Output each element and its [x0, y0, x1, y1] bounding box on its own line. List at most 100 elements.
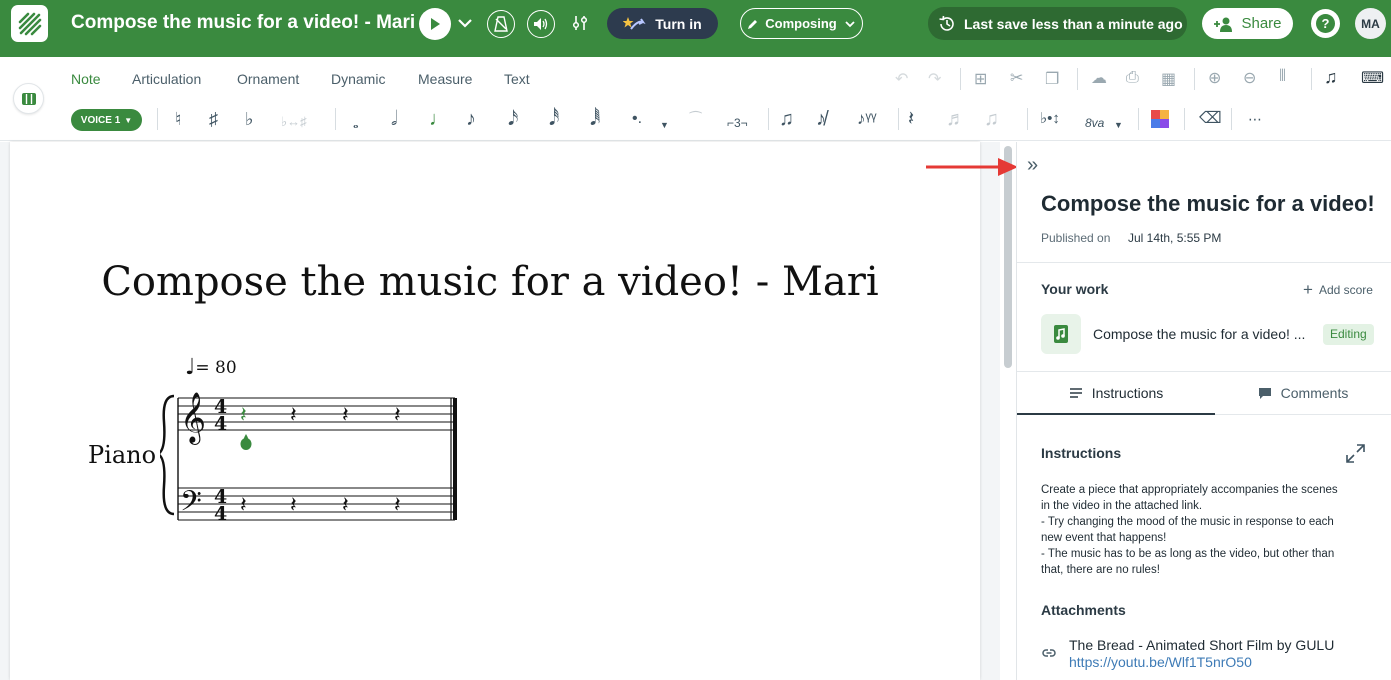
tab-note[interactable]: Note — [71, 71, 101, 87]
add-score-button[interactable]: + Add score — [1303, 280, 1373, 300]
speaker-icon — [534, 18, 548, 30]
turn-in-label: Turn in — [655, 15, 702, 32]
chord-icon[interactable]: ♬ — [946, 108, 966, 130]
sixteenth-note-icon[interactable]: 𝅘𝅥𝅯 — [508, 108, 518, 130]
playback-options-chevron-icon[interactable] — [457, 16, 473, 34]
svg-text:𝄽: 𝄽 — [240, 493, 247, 518]
save-status[interactable]: Last save less than a minute ago — [928, 7, 1187, 40]
instructions-line: in the video in the attached link. — [1041, 500, 1203, 512]
attachment-title[interactable]: The Bread - Animated Short Film by GULU — [1069, 637, 1334, 653]
score-scrollbar[interactable] — [1004, 146, 1012, 368]
tuplet-icon[interactable]: ⌐3¬ — [727, 112, 748, 134]
tab-dynamic[interactable]: Dynamic — [331, 71, 385, 87]
tab-instructions[interactable]: Instructions — [1017, 372, 1215, 415]
turn-in-button[interactable]: Turn in — [607, 8, 718, 39]
turn-in-icon — [623, 16, 646, 30]
zoom-out-icon[interactable]: ⊖ — [1243, 68, 1256, 88]
help-button[interactable]: ? — [1311, 9, 1340, 38]
avatar[interactable]: MA — [1355, 8, 1386, 39]
metronome-icon — [494, 16, 508, 32]
svg-text:4: 4 — [214, 413, 227, 435]
eighth-note-icon[interactable]: ♪ — [466, 108, 476, 130]
document-title[interactable]: Compose the music for a video! - Mari — [71, 12, 415, 34]
metronome-button[interactable] — [487, 10, 515, 38]
play-button[interactable] — [419, 8, 451, 40]
caret-down-icon: ▼ — [124, 115, 133, 125]
plus-icon: + — [1303, 280, 1313, 299]
keyboard-icon[interactable]: ⌨ — [1361, 68, 1384, 88]
help-icon: ? — [1316, 14, 1335, 33]
score-file-icon[interactable] — [1041, 314, 1081, 354]
natural-icon[interactable]: ♮ — [175, 108, 181, 130]
mode-dropdown[interactable]: Composing — [740, 8, 863, 39]
svg-text:𝄞: 𝄞 — [180, 392, 206, 445]
tab-ornament[interactable]: Ornament — [237, 71, 299, 87]
sound-button[interactable] — [527, 10, 555, 38]
tempo-marking[interactable]: ♩ = 80 — [185, 355, 237, 380]
tab-measure[interactable]: Measure — [418, 71, 472, 87]
more-icon[interactable]: ⋯ — [1248, 108, 1262, 130]
flat-icon[interactable]: ♭ — [245, 108, 254, 130]
attachment-url[interactable]: https://youtu.be/Wlf1T5nrO50 — [1069, 654, 1252, 670]
beam-icon[interactable]: ♫ — [779, 108, 794, 130]
add-measure-icon[interactable]: ⊞ — [974, 69, 987, 89]
expand-icon[interactable] — [1346, 444, 1365, 463]
svg-text:𝄽: 𝄽 — [290, 403, 297, 428]
quarter-note-tempo-icon: ♩ — [185, 355, 196, 380]
whole-note-icon[interactable]: 𝅝 — [353, 112, 359, 134]
history-icon — [939, 15, 954, 31]
sharp-icon[interactable]: ♯ — [209, 108, 218, 130]
music-library-icon[interactable]: ♫ — [1324, 67, 1338, 88]
score-title[interactable]: Compose the music for a video! - Mari — [10, 259, 980, 305]
layout-icon[interactable]: ▦ — [1161, 69, 1176, 89]
svg-text:𝄢: 𝄢 — [180, 485, 202, 522]
half-note-icon[interactable]: 𝅗𝅥 — [391, 108, 397, 130]
sixtyfourth-note-icon[interactable]: 𝅘𝅥𝅱 — [590, 108, 600, 130]
cross-staff-icon[interactable]: ♫ — [984, 108, 999, 130]
copy-icon[interactable]: ❐ — [1045, 69, 1059, 89]
measure-view-icon[interactable]: ⦀ — [1279, 68, 1286, 86]
tab-comments-label: Comments — [1280, 385, 1349, 401]
zoom-in-icon[interactable]: ⊕ — [1208, 68, 1221, 88]
quarter-note-icon[interactable]: ♩ — [429, 108, 449, 130]
dot-icon[interactable]: •. — [632, 108, 642, 130]
undo-icon[interactable]: ↶ — [895, 69, 908, 89]
comment-icon — [1258, 387, 1271, 399]
color-picker-icon[interactable] — [1151, 110, 1169, 128]
app-logo[interactable] — [11, 5, 48, 42]
ottava-caret-icon[interactable]: ▼ — [1114, 114, 1123, 136]
published-date: Jul 14th, 5:55 PM — [1128, 231, 1222, 245]
tab-articulation[interactable]: Articulation — [132, 71, 201, 87]
tab-comments[interactable]: Comments — [1215, 372, 1391, 415]
link-icon — [1042, 649, 1056, 657]
thirtysecond-note-icon[interactable]: 𝅘𝅥𝅰 — [549, 108, 559, 130]
cloud-icon[interactable]: ☁ — [1091, 68, 1107, 88]
instrument-name[interactable]: Piano — [88, 441, 156, 469]
svg-text:𝄽: 𝄽 — [342, 403, 349, 428]
dot-options-caret-icon[interactable]: ▼ — [660, 114, 669, 136]
mixer-icon[interactable] — [571, 14, 589, 37]
enharmonic-icon[interactable]: ♭↔♯ — [281, 111, 307, 133]
cue-icon[interactable]: 𝄽 — [908, 108, 914, 130]
transpose-icon[interactable]: ♭•↕ — [1040, 108, 1060, 130]
save-status-label: Last save less than a minute ago — [964, 15, 1183, 32]
redo-icon[interactable]: ↷ — [928, 69, 941, 89]
published-label: Published on — [1041, 231, 1111, 245]
share-button[interactable]: Share — [1202, 8, 1293, 39]
logo-icon — [18, 12, 41, 35]
cut-icon[interactable]: ✂ — [1010, 68, 1023, 88]
delete-icon[interactable]: ⌫ — [1199, 108, 1222, 130]
voice-selector[interactable]: VOICE 1 ▼ — [71, 109, 142, 131]
collapse-panel-icon[interactable]: » — [1027, 154, 1038, 177]
score-page[interactable]: Compose the music for a video! - Mari ♩ … — [10, 142, 980, 680]
svg-text:𝄽: 𝄽 — [394, 493, 401, 518]
tab-text[interactable]: Text — [504, 71, 530, 87]
grace-notes-icon[interactable]: ♪ᵞᵞ — [857, 108, 876, 130]
tie-icon[interactable]: ⁀ — [690, 108, 701, 130]
play-icon — [431, 18, 440, 30]
grand-staff[interactable]: 𝄞 𝄢 4 4 4 4 𝄽 𝄽 𝄽 𝄽 𝄽 𝄽 𝄽 𝄽 — [160, 382, 460, 522]
unbeam-icon[interactable]: ♪̸ — [816, 108, 826, 130]
print-icon[interactable]: ⎙ — [1126, 69, 1139, 87]
work-item-title[interactable]: Compose the music for a video! ... — [1093, 326, 1318, 342]
ottava-icon[interactable]: 8va — [1085, 112, 1104, 134]
